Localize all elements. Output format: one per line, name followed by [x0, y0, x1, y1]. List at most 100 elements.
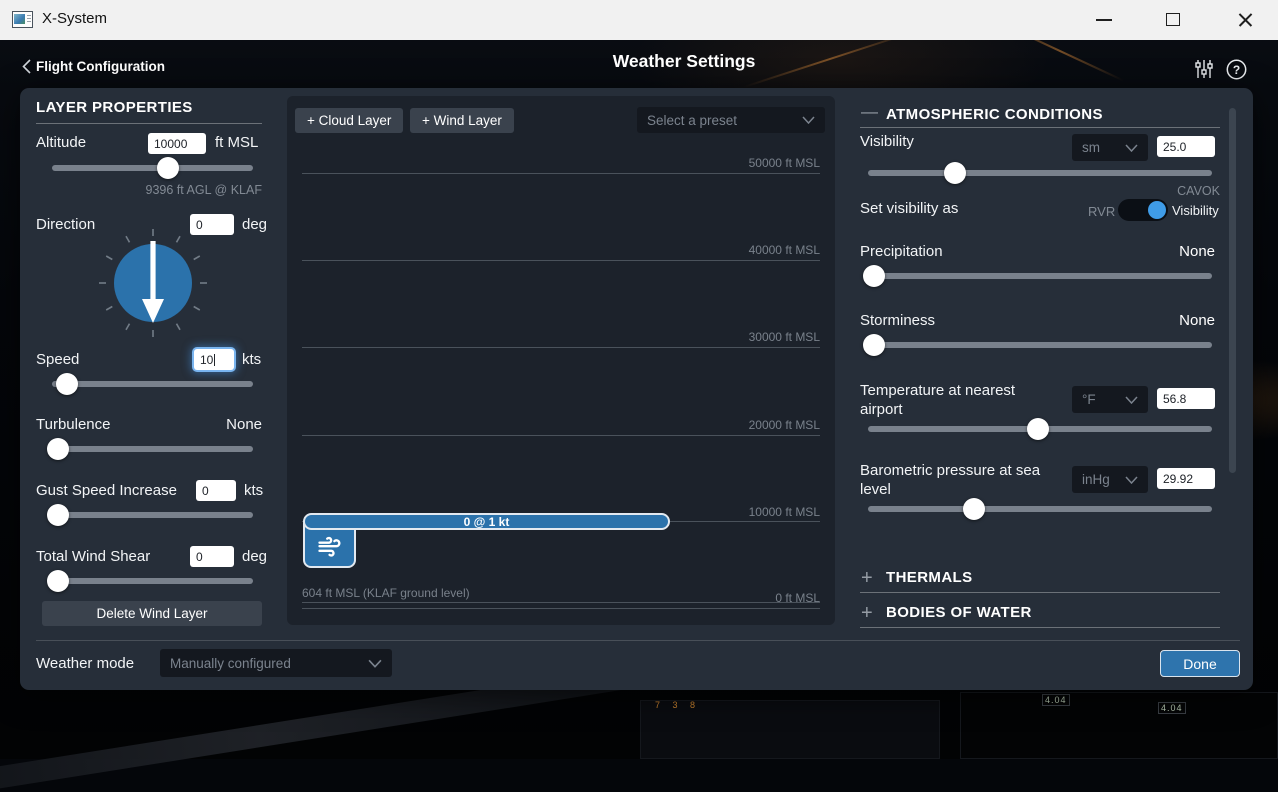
pressure-input[interactable]: 29.92: [1157, 468, 1215, 489]
slider-thumb[interactable]: [56, 373, 78, 395]
layer-properties-title: LAYER PROPERTIES: [36, 99, 193, 116]
add-cloud-layer-button[interactable]: + Cloud Layer: [295, 108, 403, 133]
altitude-gridline: [302, 260, 820, 261]
visibility-option-label: Visibility: [1172, 203, 1219, 218]
pressure-slider[interactable]: [868, 498, 1212, 520]
precipitation-slider[interactable]: [868, 265, 1212, 287]
slider-thumb[interactable]: [47, 570, 69, 592]
slider-track: [52, 381, 253, 387]
divider: [860, 592, 1220, 593]
help-icon[interactable]: ?: [1226, 59, 1247, 80]
chevron-down-icon: [1125, 144, 1138, 152]
temperature-slider[interactable]: [868, 418, 1212, 440]
cockpit-panel: [960, 692, 1278, 759]
storminess-level: None: [860, 312, 1215, 329]
back-button[interactable]: Flight Configuration: [22, 59, 165, 74]
app-window-icon: [12, 11, 33, 28]
speed-label: Speed: [36, 351, 79, 368]
expand-icon[interactable]: +: [861, 569, 873, 587]
slider-track: [52, 165, 253, 171]
app-title: X-System: [42, 10, 107, 27]
atmospheric-conditions-title[interactable]: ATMOSPHERIC CONDITIONS: [886, 106, 1103, 123]
visibility-unit-dropdown[interactable]: sm: [1072, 134, 1148, 161]
temperature-unit-value: °F: [1082, 392, 1096, 407]
visibility-slider[interactable]: [868, 162, 1212, 184]
chevron-down-icon: [368, 659, 382, 668]
altitude-tick-label: 20000 ft MSL: [302, 418, 820, 432]
weather-mode-dropdown[interactable]: Manually configured: [160, 649, 392, 677]
expand-icon[interactable]: +: [861, 604, 873, 622]
speed-input[interactable]: 10: [194, 349, 234, 370]
slider-thumb[interactable]: [47, 438, 69, 460]
turbulence-slider[interactable]: [52, 438, 253, 460]
thermals-section-title[interactable]: THERMALS: [886, 569, 973, 586]
bodies-of-water-section-title[interactable]: BODIES OF WATER: [886, 604, 1032, 621]
altitude-slider[interactable]: [52, 157, 253, 179]
scrollbar-thumb[interactable]: [1229, 108, 1236, 473]
temperature-unit-dropdown[interactable]: °F: [1072, 386, 1148, 413]
chevron-down-icon: [1125, 476, 1138, 484]
visibility-mode-toggle[interactable]: [1118, 199, 1168, 221]
altitude-agl-note: 9396 ft AGL @ KLAF: [36, 183, 262, 197]
wind-shear-input[interactable]: 0: [190, 546, 234, 567]
wind-icon: [315, 531, 345, 559]
tune-icon[interactable]: [1194, 59, 1214, 79]
rvr-option-label: RVR: [1088, 204, 1115, 219]
divider: [860, 127, 1220, 128]
gust-input[interactable]: 0: [196, 480, 236, 501]
speed-slider[interactable]: [52, 373, 253, 395]
weather-mode-value: Manually configured: [170, 656, 291, 671]
slider-track: [868, 170, 1212, 176]
slider-track: [868, 506, 1212, 512]
slider-thumb[interactable]: [1027, 418, 1049, 440]
divider: [860, 627, 1220, 628]
collapse-icon[interactable]: —: [861, 102, 878, 122]
altitude-input[interactable]: 10000: [148, 133, 206, 154]
direction-unit: deg: [242, 216, 267, 233]
slider-thumb[interactable]: [47, 504, 69, 526]
visibility-input[interactable]: 25.0: [1157, 136, 1215, 157]
wind-direction-compass[interactable]: [97, 227, 209, 339]
page-title: Weather Settings: [613, 51, 756, 72]
turbulence-level: None: [36, 416, 262, 433]
altitude-tick-label: 30000 ft MSL: [302, 330, 820, 344]
speed-unit: kts: [242, 351, 261, 368]
slider-thumb[interactable]: [944, 162, 966, 184]
slider-track: [52, 512, 253, 518]
cavok-label: CAVOK: [860, 184, 1220, 198]
back-label: Flight Configuration: [36, 59, 165, 74]
altitude-unit: ft MSL: [215, 134, 258, 151]
wind-shear-unit: deg: [242, 548, 267, 565]
wind-layer-bar[interactable]: 0 @ 1 kt: [303, 513, 670, 530]
gust-slider[interactable]: [52, 504, 253, 526]
slider-thumb[interactable]: [157, 157, 179, 179]
temperature-input[interactable]: 56.8: [1157, 388, 1215, 409]
altitude-gridline: [302, 435, 820, 436]
footer-divider: [36, 640, 1240, 641]
slider-thumb[interactable]: [863, 334, 885, 356]
slider-thumb[interactable]: [963, 498, 985, 520]
chevron-down-icon: [1125, 396, 1138, 404]
visibility-unit-value: sm: [1082, 140, 1100, 155]
pressure-unit-dropdown[interactable]: inHg: [1072, 466, 1148, 493]
gust-unit: kts: [244, 482, 263, 499]
maximize-icon[interactable]: [1166, 13, 1180, 26]
divider: [36, 123, 262, 124]
preset-dropdown[interactable]: Select a preset: [637, 107, 825, 133]
slider-track: [52, 446, 253, 452]
slider-thumb[interactable]: [863, 265, 885, 287]
temperature-label: Temperature at nearest airport: [860, 381, 1055, 419]
add-wind-layer-button[interactable]: + Wind Layer: [410, 108, 514, 133]
cockpit-readout: 4.04: [1042, 694, 1070, 706]
screen-header: Flight Configuration Weather Settings ?: [0, 40, 1278, 88]
text-caret: [214, 354, 215, 366]
slider-track: [868, 342, 1212, 348]
wind-shear-slider[interactable]: [52, 570, 253, 592]
precipitation-level: None: [860, 243, 1215, 260]
set-visibility-as-label: Set visibility as: [860, 200, 958, 217]
delete-wind-layer-button[interactable]: Delete Wind Layer: [42, 601, 262, 626]
done-button[interactable]: Done: [1160, 650, 1240, 677]
storminess-slider[interactable]: [868, 334, 1212, 356]
minimize-icon[interactable]: [1096, 19, 1112, 21]
altitude-tick-label: 40000 ft MSL: [302, 243, 820, 257]
